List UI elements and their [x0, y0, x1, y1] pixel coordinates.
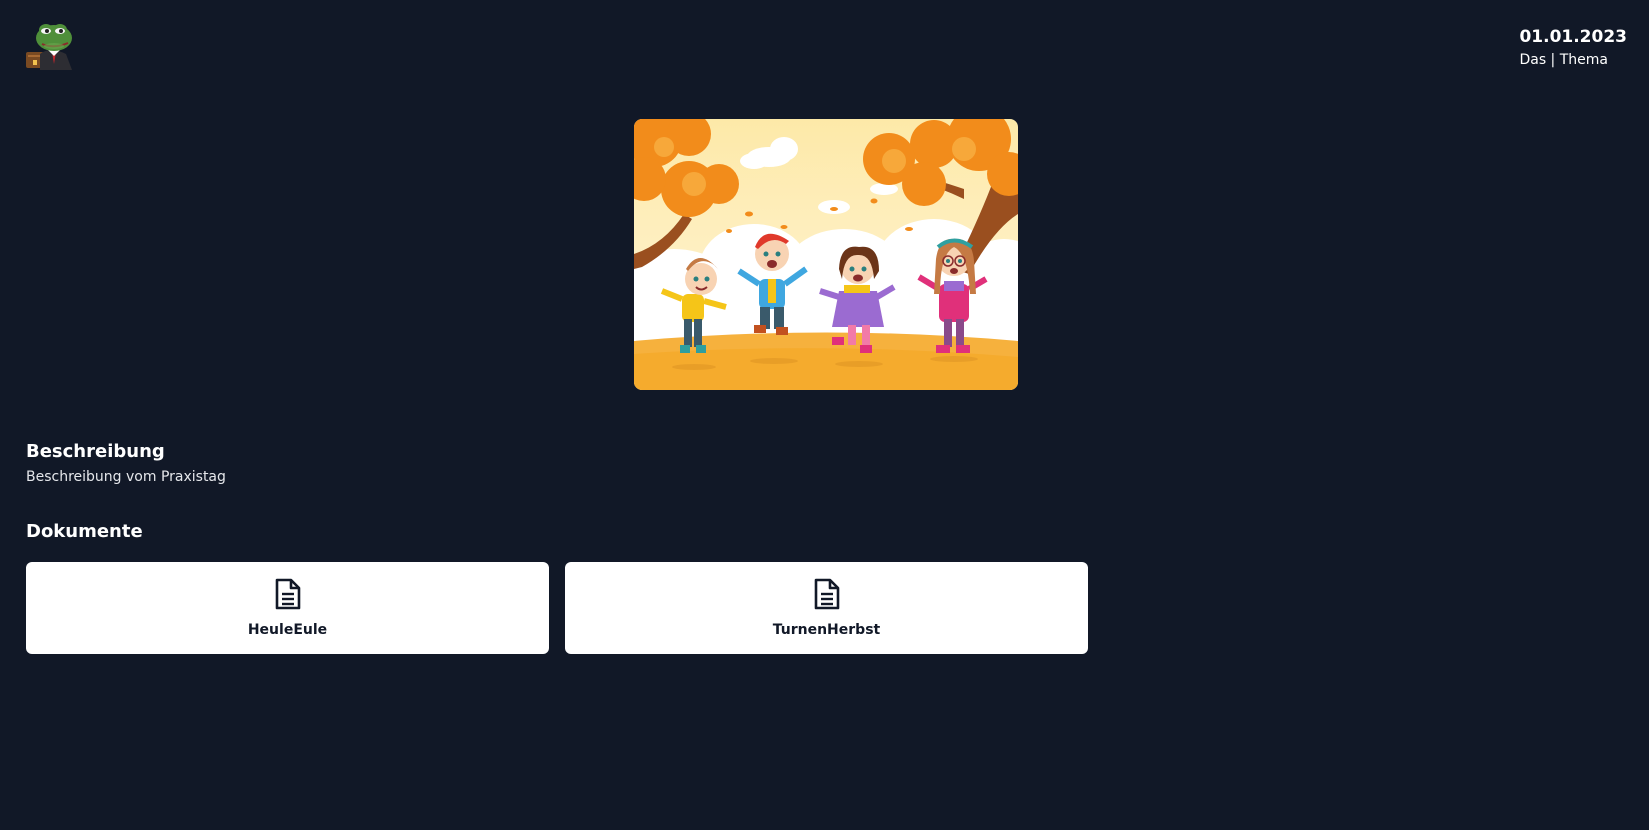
document-label: TurnenHerbst — [772, 622, 881, 638]
document-icon — [274, 578, 302, 610]
page: 01.01.2023 Das | Thema Beschreibung Besc… — [0, 0, 1649, 830]
document-card-turnenherbst[interactable]: TurnenHerbst — [565, 562, 1088, 654]
header-meta: 01.01.2023 Das | Thema — [1519, 26, 1627, 70]
document-card-heuleeule[interactable]: HeuleEule — [26, 562, 549, 654]
description-title: Beschreibung — [26, 441, 165, 462]
document-icon — [813, 578, 841, 610]
event-topic: Das | Thema — [1519, 52, 1608, 68]
autumn-kids-illustration — [634, 119, 1018, 390]
description-text: Beschreibung vom Praxistag — [26, 469, 226, 485]
documents-title: Dokumente — [26, 521, 143, 542]
event-date: 01.01.2023 — [1519, 27, 1627, 47]
document-label: HeuleEule — [247, 622, 328, 638]
frog-avatar-icon — [26, 22, 74, 70]
